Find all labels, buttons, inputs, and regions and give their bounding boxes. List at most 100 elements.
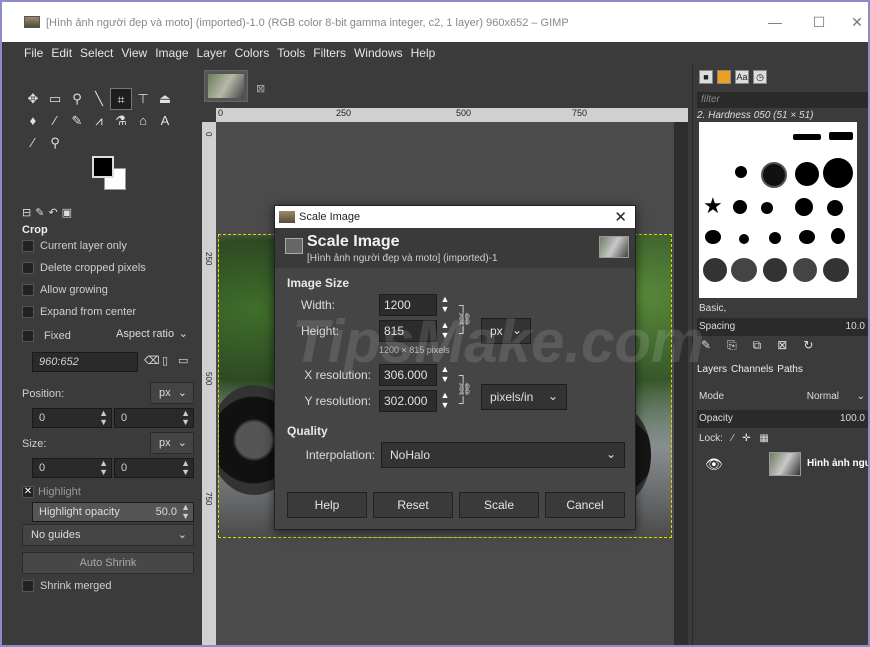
opacity-slider[interactable]: Opacity 100.0: [697, 410, 868, 428]
tool-options-tab-icon[interactable]: ⊟: [22, 206, 31, 222]
brush-thumb[interactable]: [705, 230, 721, 244]
fg-bg-color-swatch[interactable]: [92, 156, 132, 196]
position-x-input[interactable]: 0 ▲ ▼: [32, 408, 112, 428]
aspect-ratio-dropdown[interactable]: Aspect ratio ⌄: [108, 324, 194, 346]
brush-thumb[interactable]: [735, 166, 747, 178]
current-layer-only-option[interactable]: Current layer only: [22, 236, 127, 256]
size-h-input[interactable]: 0 ▲ ▼: [114, 458, 194, 478]
reset-button[interactable]: Reset: [373, 492, 453, 518]
position-unit-dropdown[interactable]: px ⌄: [150, 382, 194, 404]
undo-history-tab-icon[interactable]: ↶: [48, 206, 57, 222]
brush-thumb[interactable]: [827, 200, 843, 216]
brush-thumb[interactable]: [831, 228, 845, 244]
close-button[interactable]: ✕: [842, 12, 868, 32]
menu-view[interactable]: View: [119, 42, 153, 64]
transform-tool-icon[interactable]: ⊤: [132, 88, 154, 110]
spacing-slider[interactable]: Spacing 10.0: [697, 318, 868, 336]
dialog-close-button[interactable]: ✕: [614, 208, 627, 226]
clone-tool-icon[interactable]: ⩘: [88, 110, 110, 132]
brush-thumb[interactable]: [739, 234, 749, 244]
brush-thumb[interactable]: [763, 258, 787, 282]
fixed-checkbox[interactable]: [22, 330, 34, 342]
dodge-tool-icon[interactable]: ⌂: [132, 110, 154, 132]
brush-thumb[interactable]: ★: [703, 195, 723, 217]
device-status-tab-icon[interactable]: ✎: [35, 206, 44, 222]
layer-row[interactable]: 👁 Hình ảnh ngư: [697, 450, 868, 478]
delete-cropped-checkbox[interactable]: [22, 262, 34, 274]
cancel-button[interactable]: Cancel: [545, 492, 625, 518]
brush-thumb[interactable]: [795, 162, 819, 186]
lock-position-icon[interactable]: ✛: [742, 433, 750, 444]
spin-icon[interactable]: ▲ ▼: [181, 503, 190, 521]
brush-filter-input[interactable]: filter: [697, 92, 868, 108]
image-tab[interactable]: [204, 70, 248, 102]
brush-thumb[interactable]: [799, 230, 815, 244]
new-brush-icon[interactable]: ⎘: [727, 338, 737, 353]
maximize-button[interactable]: ☐: [804, 12, 834, 32]
mode-dropdown[interactable]: Normal: [807, 391, 839, 402]
auto-shrink-button[interactable]: Auto Shrink: [22, 552, 194, 574]
expand-center-checkbox[interactable]: [22, 306, 34, 318]
patterns-tab-icon[interactable]: [717, 70, 731, 84]
menu-help[interactable]: Help: [409, 42, 442, 64]
brush-thumb[interactable]: [769, 232, 781, 244]
delete-cropped-option[interactable]: Delete cropped pixels: [22, 258, 146, 278]
spin-icon[interactable]: ▲ ▼: [99, 459, 108, 477]
brush-thumb[interactable]: [823, 158, 853, 188]
images-tab-icon[interactable]: ▣: [62, 206, 72, 222]
clear-icon[interactable]: ⌫: [144, 354, 160, 367]
menu-file[interactable]: File: [22, 42, 49, 64]
scale-button[interactable]: Scale: [459, 492, 539, 518]
brush-thumb[interactable]: [793, 258, 817, 282]
highlight-option[interactable]: ✕ Highlight: [22, 482, 81, 502]
chevron-down-icon[interactable]: ⌄: [857, 391, 865, 402]
help-button[interactable]: Help: [287, 492, 367, 518]
shrink-merged-option[interactable]: Shrink merged: [22, 576, 112, 596]
brush-thumb[interactable]: [733, 200, 747, 214]
vertical-ruler[interactable]: 0 250 500 750: [202, 122, 216, 645]
crop-tool-icon[interactable]: ⌗: [110, 88, 132, 110]
brush-thumb-selected[interactable]: [761, 162, 787, 188]
bucket-fill-icon[interactable]: ♦: [22, 110, 44, 132]
minimize-button[interactable]: —: [760, 12, 790, 32]
refresh-brushes-icon[interactable]: ↻: [803, 338, 813, 353]
color-picker-icon[interactable]: ∕: [22, 132, 44, 154]
foreground-color[interactable]: [92, 156, 114, 178]
spin-icon[interactable]: ▲ ▼: [181, 459, 190, 477]
smudge-tool-icon[interactable]: ⚗: [110, 110, 132, 132]
zoom-tool-icon[interactable]: ⚲: [44, 132, 66, 154]
menu-select[interactable]: Select: [78, 42, 119, 64]
guides-dropdown[interactable]: No guides ⌄: [22, 524, 194, 546]
lock-alpha-icon[interactable]: ▦: [759, 433, 768, 444]
highlight-opacity-slider[interactable]: Highlight opacity 50.0 ▲ ▼: [32, 502, 194, 522]
allow-growing-option[interactable]: Allow growing: [22, 280, 108, 300]
brush-thumb[interactable]: [795, 198, 813, 216]
lock-pixels-icon[interactable]: ∕: [732, 433, 734, 444]
brush-thumb[interactable]: [823, 258, 849, 282]
current-layer-only-checkbox[interactable]: [22, 240, 34, 252]
ratio-input[interactable]: 960:652: [32, 352, 138, 372]
fuzzy-select-icon[interactable]: ╲: [88, 88, 110, 110]
document-history-tab-icon[interactable]: ◷: [753, 70, 767, 84]
size-w-input[interactable]: 0 ▲ ▼: [32, 458, 112, 478]
brush-thumb[interactable]: [703, 258, 727, 282]
brush-thumb[interactable]: [793, 134, 821, 140]
eraser-icon[interactable]: ✎: [66, 110, 88, 132]
highlight-checkbox[interactable]: ✕: [22, 486, 34, 498]
brush-preset-row[interactable]: Basic,: [697, 300, 868, 318]
menu-layer[interactable]: Layer: [195, 42, 233, 64]
duplicate-brush-icon[interactable]: ⧉: [753, 338, 762, 353]
y-resolution-input[interactable]: 302.000: [379, 390, 437, 412]
vertical-scrollbar[interactable]: [674, 122, 688, 645]
resolution-unit-dropdown[interactable]: pixels/in ⌄: [481, 384, 567, 410]
warp-tool-icon[interactable]: ⏏: [154, 88, 176, 110]
portrait-icon[interactable]: ▯: [162, 354, 168, 367]
fonts-tab-icon[interactable]: Aa: [735, 70, 749, 84]
expand-center-option[interactable]: Expand from center: [22, 302, 136, 322]
menu-tools[interactable]: Tools: [275, 42, 311, 64]
delete-brush-icon[interactable]: ⊠: [777, 338, 787, 353]
lasso-icon[interactable]: ⚲: [66, 88, 88, 110]
allow-growing-checkbox[interactable]: [22, 284, 34, 296]
y-resolution-spinner[interactable]: ▲ ▼: [439, 390, 451, 412]
tab-channels[interactable]: Channels: [731, 364, 773, 375]
